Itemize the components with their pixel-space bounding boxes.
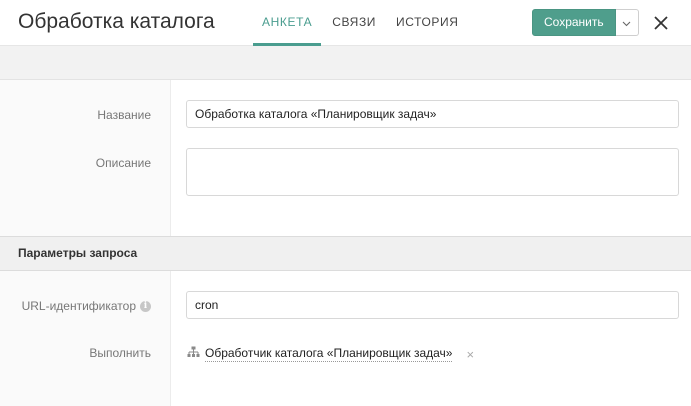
save-options-dropdown[interactable] xyxy=(615,9,639,36)
info-icon[interactable]: i xyxy=(140,301,151,313)
hierarchy-icon xyxy=(187,345,200,363)
request-params-header: Параметры запроса xyxy=(0,236,691,271)
section-title: Параметры запроса xyxy=(18,246,138,260)
page-header: Обработка каталога АНКЕТА СВЯЗИ ИСТОРИЯ … xyxy=(0,0,691,46)
page-title: Обработка каталога xyxy=(18,10,215,33)
save-button-group: Сохранить xyxy=(532,9,639,36)
close-icon xyxy=(650,16,672,38)
request-params-section: URL-идентификатор i Выполнить xyxy=(0,271,691,406)
description-label: Описание xyxy=(95,156,151,170)
chevron-down-icon xyxy=(622,14,631,32)
url-id-label: URL-идентификатор i xyxy=(22,299,151,313)
tab-anketa[interactable]: АНКЕТА xyxy=(253,0,322,46)
execute-label: Выполнить xyxy=(89,346,151,360)
close-button[interactable] xyxy=(650,12,672,34)
tab-links[interactable]: СВЯЗИ xyxy=(323,0,385,45)
execute-reference: Обработчик каталога «Планировщик задач» … xyxy=(187,345,474,363)
url-id-input[interactable] xyxy=(186,291,679,319)
execute-handler-link[interactable]: Обработчик каталога «Планировщик задач» xyxy=(205,346,453,362)
tab-history[interactable]: ИСТОРИЯ xyxy=(387,0,468,45)
tab-bar: АНКЕТА СВЯЗИ ИСТОРИЯ xyxy=(253,0,468,46)
name-input[interactable] xyxy=(186,100,679,128)
description-input[interactable] xyxy=(186,148,679,196)
main-fields-section: Название Описание xyxy=(0,80,691,236)
save-button[interactable]: Сохранить xyxy=(532,9,616,36)
label-column xyxy=(0,271,171,406)
remove-icon[interactable]: × xyxy=(466,347,474,362)
toolbar-band xyxy=(0,46,691,80)
name-label: Название xyxy=(97,108,151,122)
url-id-label-text: URL-идентификатор xyxy=(21,299,136,313)
